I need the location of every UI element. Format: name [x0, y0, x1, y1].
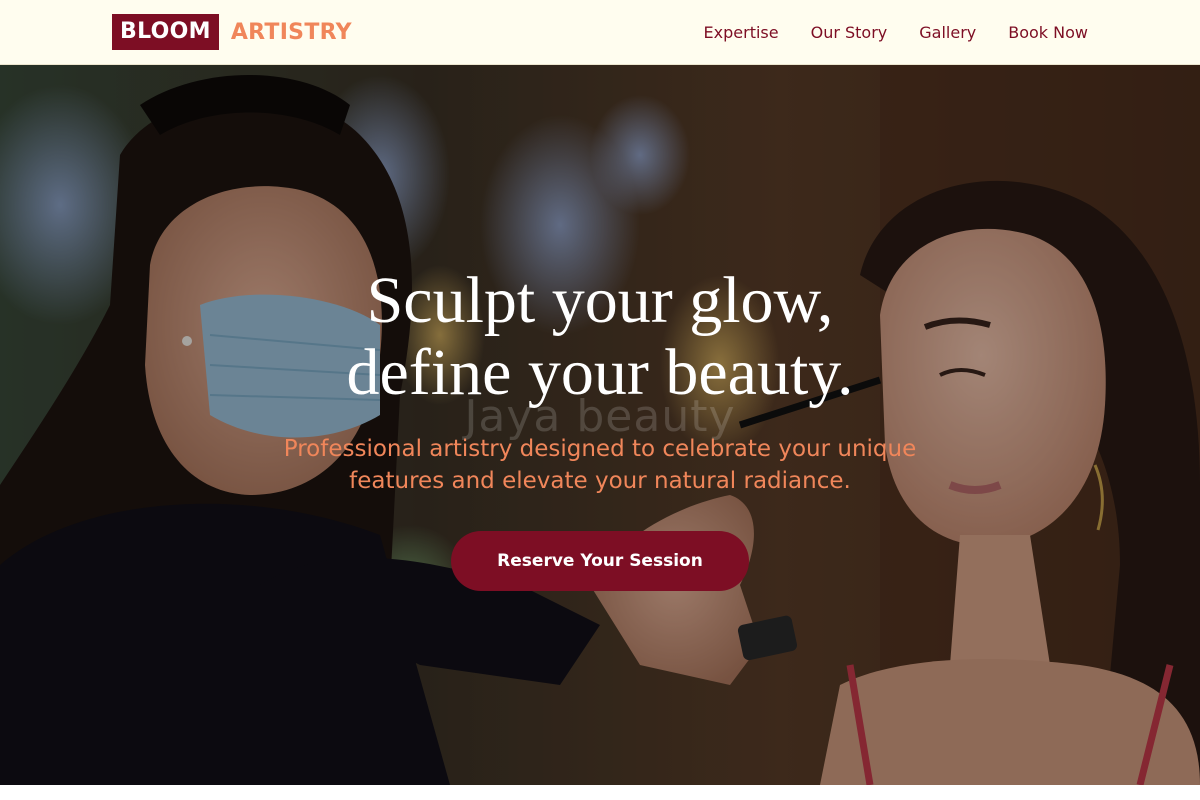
hero-title: Sculpt your glow, define your beauty. [200, 265, 1000, 409]
main-nav: Expertise Our Story Gallery Book Now [672, 0, 1088, 64]
hero-subtitle: Professional artistry designed to celebr… [283, 436, 917, 494]
hero-title-line-2: define your beauty. [346, 336, 854, 409]
nav-link-our-story[interactable]: Our Story [811, 23, 888, 42]
nav-link-gallery[interactable]: Gallery [919, 23, 976, 42]
logo-boxed-word: BLOOM [112, 14, 219, 50]
hero-title-line-1: Sculpt your glow, [366, 264, 834, 337]
reserve-session-button[interactable]: Reserve Your Session [451, 531, 749, 591]
site-header: BLOOM ARTISTRY Expertise Our Story Galle… [0, 0, 1200, 65]
nav-link-expertise[interactable]: Expertise [704, 23, 779, 42]
hero-section: Jaya beauty Sculpt your glow, define you… [0, 65, 1200, 785]
brand-logo[interactable]: BLOOM ARTISTRY [112, 14, 352, 50]
logo-word: ARTISTRY [230, 19, 352, 45]
hero-content: Sculpt your glow, define your beauty. Pr… [200, 265, 1000, 591]
page-bottom-strip [0, 785, 1200, 800]
nav-link-book-now[interactable]: Book Now [1008, 23, 1088, 42]
